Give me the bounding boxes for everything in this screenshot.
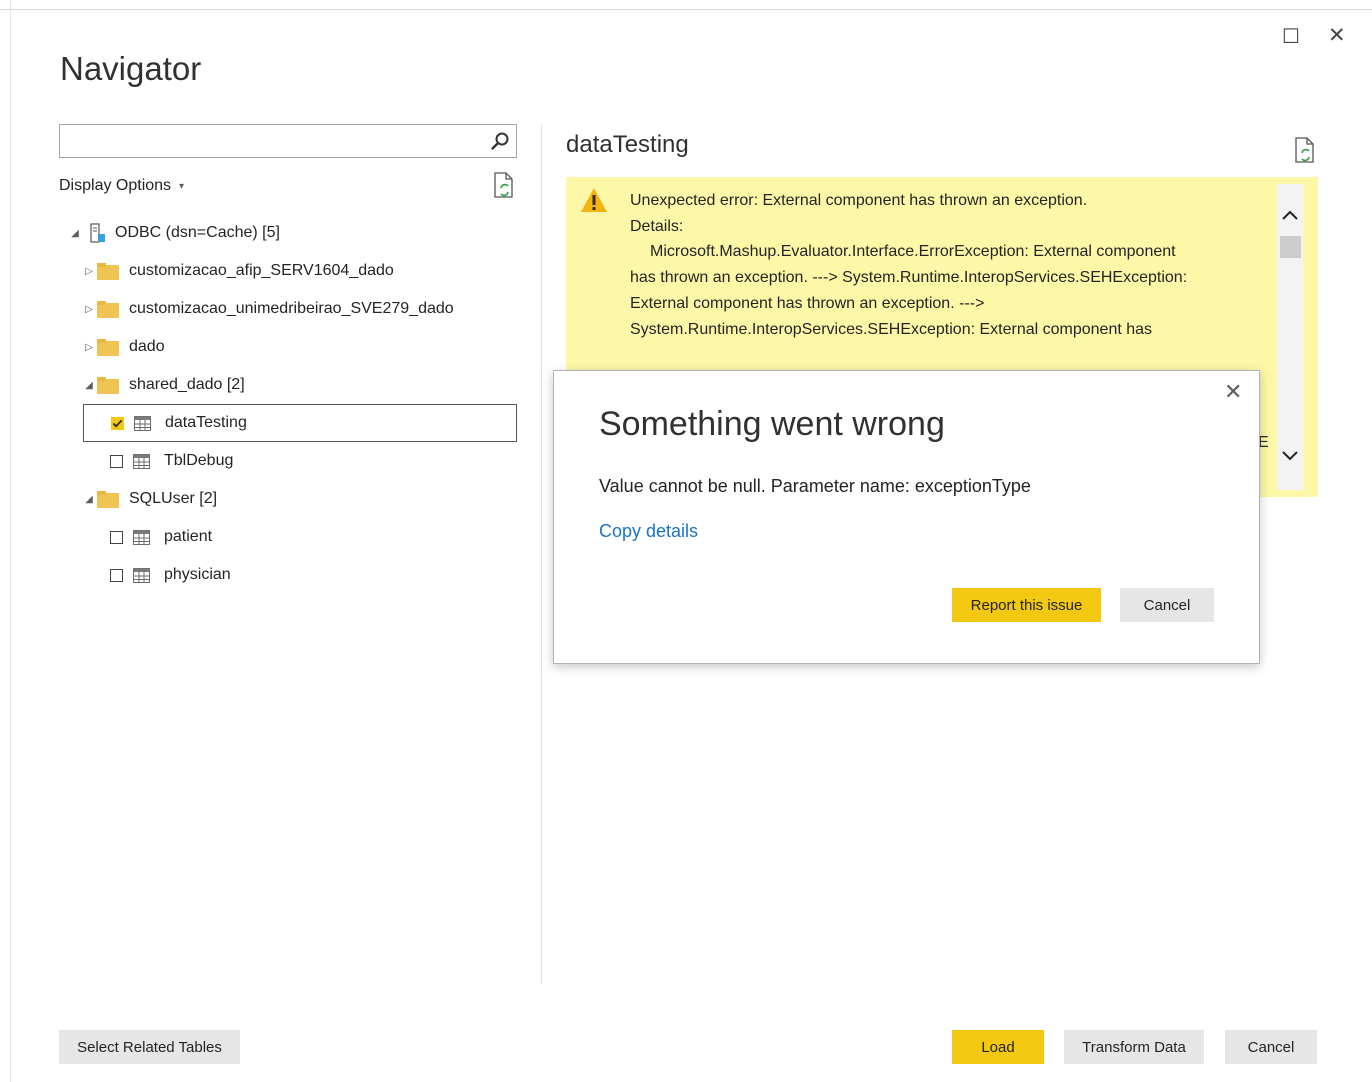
- dialog-title: Something went wrong: [599, 405, 945, 443]
- close-window-button[interactable]: ✕: [1328, 23, 1346, 48]
- tree-item-folder-afip[interactable]: ▷ customizacao_afip_SERV1604_dado: [59, 252, 529, 290]
- collapsed-arrow-icon[interactable]: ▷: [81, 342, 97, 353]
- tree-item-label: physician: [164, 566, 231, 583]
- search-input[interactable]: [59, 124, 517, 158]
- background-window-edge: [0, 0, 11, 1082]
- tree-item-label: dado: [129, 338, 165, 355]
- display-options-label: Display Options: [59, 177, 172, 194]
- tree-item-label: ODBC (dsn=Cache) [5]: [115, 224, 280, 241]
- table-icon: [133, 529, 150, 545]
- folder-icon: [97, 338, 119, 356]
- close-dialog-icon[interactable]: ✕: [1224, 379, 1242, 405]
- maximize-button[interactable]: ☐: [1282, 24, 1300, 49]
- error-line: Details:: [630, 217, 684, 235]
- scroll-down-icon[interactable]: [1281, 449, 1299, 463]
- dialog-message: Value cannot be null. Parameter name: ex…: [599, 476, 1031, 496]
- collapsed-arrow-icon[interactable]: ▷: [81, 266, 97, 277]
- table-icon: [133, 453, 150, 469]
- search-text-field[interactable]: [66, 125, 490, 157]
- scroll-up-icon[interactable]: [1281, 208, 1299, 222]
- folder-icon: [97, 376, 119, 394]
- display-options-dropdown[interactable]: Display Options ▾: [59, 177, 184, 195]
- tree-item-label: customizacao_afip_SERV1604_dado: [129, 262, 394, 279]
- checkbox-checked[interactable]: [111, 416, 124, 430]
- tree-item-table-patient[interactable]: patient: [59, 518, 529, 556]
- expanded-arrow-icon[interactable]: ◢: [67, 228, 83, 239]
- window-top-border: [0, 9, 1372, 10]
- folder-icon: [97, 262, 119, 280]
- tree-item-folder-shared-dado[interactable]: ◢ shared_dado [2]: [59, 366, 529, 404]
- tree-item-label: customizacao_unimedribeirao_SVE279_dado: [129, 300, 454, 317]
- tree-item-folder-dado[interactable]: ▷ dado: [59, 328, 529, 366]
- tree-item-folder-sqluser[interactable]: ◢ SQLUser [2]: [59, 480, 529, 518]
- checkbox-unchecked[interactable]: [110, 454, 123, 468]
- transform-data-button[interactable]: Transform Data: [1064, 1030, 1204, 1064]
- warning-icon: [581, 188, 607, 212]
- select-related-tables-button[interactable]: Select Related Tables: [59, 1030, 240, 1064]
- chevron-down-icon: ▾: [179, 180, 185, 192]
- page-title: Navigator: [60, 50, 202, 87]
- checkmark-icon: [112, 419, 123, 427]
- checkbox-unchecked[interactable]: [110, 568, 123, 582]
- tree-item-label: TblDebug: [164, 452, 234, 469]
- error-line: has thrown an exception. ---> System.Run…: [630, 269, 1188, 287]
- error-line: Microsoft.Mashup.Evaluator.Interface.Err…: [650, 243, 1176, 261]
- expanded-arrow-icon[interactable]: ◢: [81, 494, 97, 505]
- checkbox-unchecked[interactable]: [110, 530, 123, 544]
- tree-item-table-physician[interactable]: physician: [59, 556, 529, 594]
- tree-item-label: patient: [164, 528, 213, 545]
- table-icon: [133, 567, 150, 583]
- navigator-tree: ◢ ODBC (dsn=Cache) [5] ▷ customizacao_af…: [59, 214, 529, 594]
- folder-icon: [97, 300, 119, 318]
- error-details-text: Unexpected error: External component has…: [630, 188, 1270, 342]
- tree-item-table-datatesting[interactable]: dataTesting: [83, 404, 517, 442]
- error-dialog: ✕ Something went wrong Value cannot be n…: [553, 370, 1260, 664]
- error-line: External component has thrown an excepti…: [630, 294, 985, 312]
- pane-divider[interactable]: [541, 124, 542, 984]
- scrollbar-thumb[interactable]: [1280, 236, 1301, 258]
- search-icon[interactable]: [490, 131, 510, 151]
- expanded-arrow-icon[interactable]: ◢: [81, 380, 97, 391]
- refresh-preview-icon[interactable]: [1293, 137, 1317, 163]
- load-button[interactable]: Load: [952, 1030, 1044, 1064]
- tree-item-table-tbldebug[interactable]: TblDebug: [59, 442, 529, 480]
- report-issue-button[interactable]: Report this issue: [952, 588, 1101, 622]
- tree-item-odbc-source[interactable]: ◢ ODBC (dsn=Cache) [5]: [59, 214, 529, 252]
- dialog-cancel-button[interactable]: Cancel: [1120, 588, 1214, 622]
- tree-item-label: SQLUser [2]: [129, 490, 218, 507]
- copy-details-link[interactable]: Copy details: [599, 521, 698, 542]
- tree-item-label: shared_dado [2]: [129, 376, 245, 393]
- cancel-button[interactable]: Cancel: [1225, 1030, 1317, 1064]
- preview-title: dataTesting: [566, 131, 689, 158]
- collapsed-arrow-icon[interactable]: ▷: [81, 304, 97, 315]
- table-icon: [134, 415, 151, 431]
- tree-item-label: dataTesting: [165, 414, 247, 431]
- refresh-icon[interactable]: [492, 172, 516, 198]
- error-line: System.Runtime.InteropServices.SEHExcept…: [630, 320, 1153, 338]
- database-source-icon: [90, 223, 105, 243]
- tree-item-folder-unimed[interactable]: ▷ customizacao_unimedribeirao_SVE279_dad…: [59, 290, 529, 328]
- error-line: Unexpected error: External component has…: [630, 192, 1088, 209]
- error-scrollbar[interactable]: [1277, 184, 1303, 490]
- folder-icon: [97, 490, 119, 508]
